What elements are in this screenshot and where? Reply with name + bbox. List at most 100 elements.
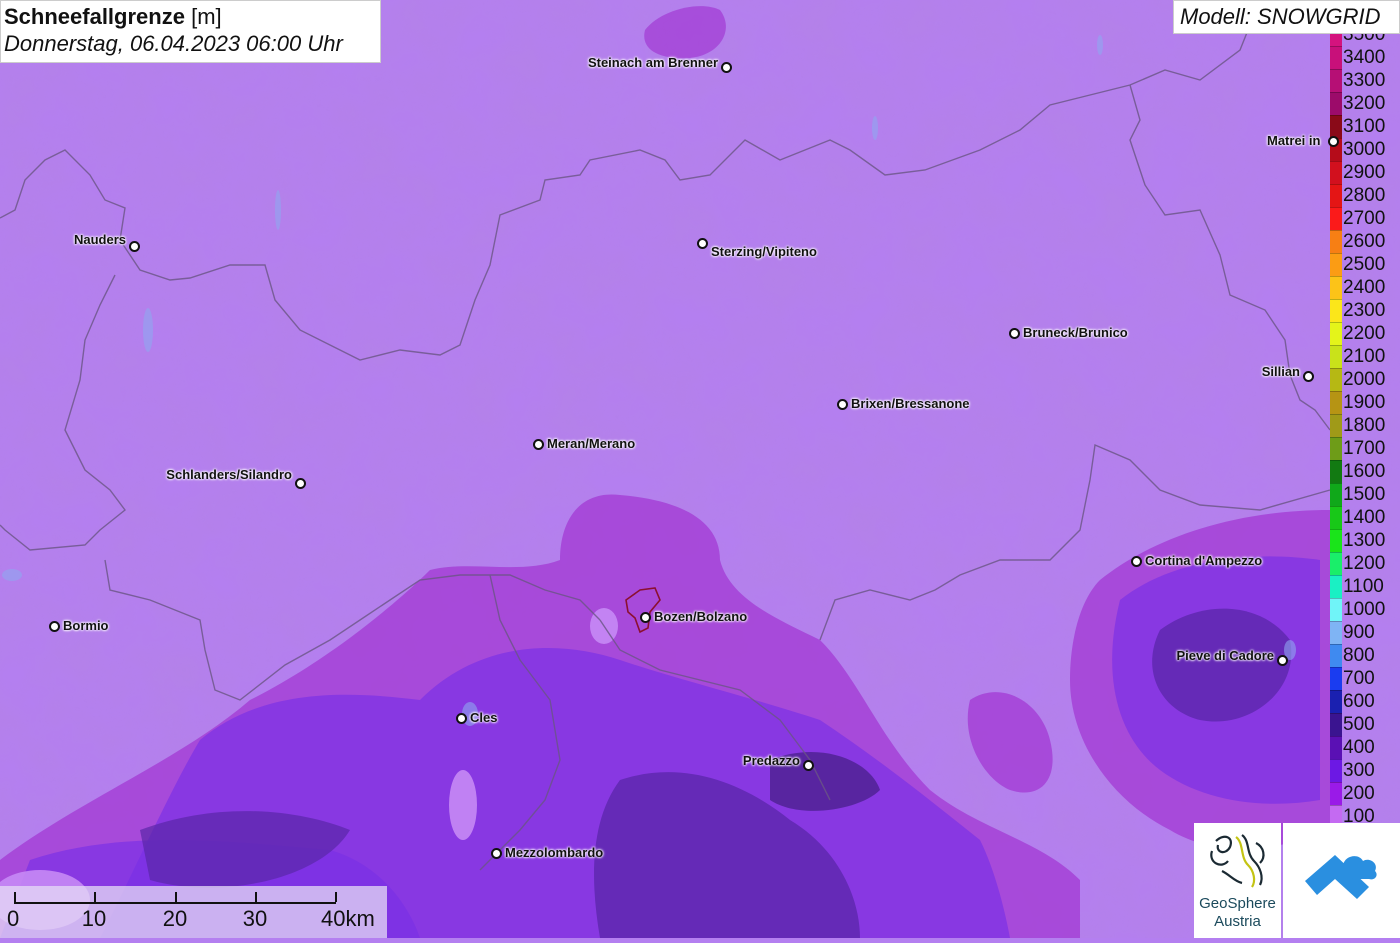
- legend-swatch: [1330, 368, 1342, 391]
- city-marker: [803, 760, 814, 771]
- legend-entry: 1200: [1328, 552, 1400, 575]
- legend-swatch: [1330, 759, 1342, 782]
- city-label: Pieve di Cadore: [1176, 648, 1274, 663]
- legend-label: 3300: [1343, 70, 1386, 91]
- scale-label: 30: [242, 906, 268, 931]
- legend-label: 300: [1343, 760, 1375, 781]
- geosphere-logo-text-1: GeoSphere: [1199, 895, 1276, 912]
- legend-entry: 600: [1328, 690, 1400, 713]
- scale-tick: [14, 892, 16, 902]
- city-label: Schlanders/Silandro: [166, 467, 292, 482]
- legend-swatch: [1330, 736, 1342, 759]
- legend-entry: 2200: [1328, 322, 1400, 345]
- legend-swatch: [1330, 644, 1342, 667]
- legend-entry: 2700: [1328, 207, 1400, 230]
- geosphere-logo-text-2: Austria: [1214, 913, 1261, 930]
- legend-swatch: [1330, 69, 1342, 92]
- title-parameter: Schneefallgrenze: [4, 4, 185, 29]
- legend-entry: 1500: [1328, 483, 1400, 506]
- legend-entry: 3100: [1328, 115, 1400, 138]
- city-marker: [640, 612, 651, 623]
- legend-swatch: [1330, 322, 1342, 345]
- scale-tick: [94, 892, 96, 902]
- legend-entry: 3400: [1328, 46, 1400, 69]
- legend-swatch: [1330, 506, 1342, 529]
- legend-entry: 200: [1328, 782, 1400, 805]
- city-marker: [1009, 328, 1020, 339]
- legend-label: 1000: [1343, 599, 1386, 620]
- legend-swatch: [1330, 598, 1342, 621]
- map-title: Schneefallgrenze [m]: [4, 4, 380, 30]
- legend-label: 3100: [1343, 116, 1386, 137]
- legend-swatch: [1330, 713, 1342, 736]
- legend-swatch: [1330, 276, 1342, 299]
- legend-swatch: [1330, 207, 1342, 230]
- city-label: Bozen/Bolzano: [654, 609, 748, 624]
- legend-label: 500: [1343, 714, 1375, 735]
- legend-label: 400: [1343, 737, 1375, 758]
- legend-entry: 2900: [1328, 161, 1400, 184]
- legend-entry: 3300: [1328, 69, 1400, 92]
- legend-label: 600: [1343, 691, 1375, 712]
- legend-label: 1400: [1343, 507, 1386, 528]
- legend-label: 1700: [1343, 438, 1386, 459]
- geosphere-austria-logo[interactable]: GeoSphere Austria: [1194, 823, 1281, 938]
- legend-entry: 900: [1328, 621, 1400, 644]
- legend-entry: 3200: [1328, 92, 1400, 115]
- city-label: Steinach am Brenner: [587, 55, 718, 70]
- legend-entry: 1300: [1328, 529, 1400, 552]
- city-marker: [837, 399, 848, 410]
- legend-swatch: [1330, 92, 1342, 115]
- legend-entry: 1400: [1328, 506, 1400, 529]
- legend-entry: 2000: [1328, 368, 1400, 391]
- legend-label: 2300: [1343, 300, 1386, 321]
- legend-entry: 2800: [1328, 184, 1400, 207]
- legend-label: 2800: [1343, 185, 1386, 206]
- legend-entry: 3500: [1328, 34, 1400, 46]
- legend-swatch: [1330, 782, 1342, 805]
- city-marker: [49, 621, 60, 632]
- legend-swatch: [1330, 667, 1342, 690]
- legend-swatch: [1330, 414, 1342, 437]
- legend-label: 2600: [1343, 231, 1386, 252]
- scale-label: 40km: [321, 906, 375, 931]
- city-marker: [456, 713, 467, 724]
- legend-swatch: [1330, 184, 1342, 207]
- geosphere-icon: [1210, 834, 1265, 888]
- legend-swatch: [1330, 437, 1342, 460]
- legend-entry: 1900: [1328, 391, 1400, 414]
- legend-label: 200: [1343, 783, 1375, 804]
- legend-entry: 700: [1328, 667, 1400, 690]
- legend-entry: 2400: [1328, 276, 1400, 299]
- scale-bar: 0 10 20 30 40km: [0, 886, 387, 938]
- legend-label: 900: [1343, 622, 1375, 643]
- legend-label: 800: [1343, 645, 1375, 666]
- legend-entry: 1600: [1328, 460, 1400, 483]
- legend-entry: 800: [1328, 644, 1400, 667]
- city-label: Bruneck/Brunico: [1023, 325, 1128, 340]
- city-marker: [1328, 136, 1339, 147]
- legend-swatch: [1330, 299, 1342, 322]
- city-marker: [491, 848, 502, 859]
- legend-swatch: [1330, 805, 1342, 824]
- legend-label: 3000: [1343, 139, 1386, 160]
- city-marker: [697, 238, 708, 249]
- map-title-box: Schneefallgrenze [m] Donnerstag, 06.04.2…: [0, 0, 381, 63]
- legend-entry: 1700: [1328, 437, 1400, 460]
- legend-swatch: [1330, 483, 1342, 506]
- city-label: Cortina d'Ampezzo: [1145, 553, 1263, 568]
- legend-entry: 100: [1328, 805, 1400, 824]
- legend-label: 3400: [1343, 47, 1386, 68]
- map-datetime: Donnerstag, 06.04.2023 06:00 Uhr: [4, 31, 343, 56]
- city-marker: [533, 439, 544, 450]
- city-label: Brixen/Bressanone: [851, 396, 970, 411]
- city-label: Meran/Merano: [547, 436, 636, 451]
- mountain-cloud-icon: [1305, 855, 1377, 899]
- legend-label: 2700: [1343, 208, 1386, 229]
- city-marker: [295, 478, 306, 489]
- city-label: Sterzing/Vipiteno: [711, 244, 817, 259]
- legend-entry: 2300: [1328, 299, 1400, 322]
- scale-label: 10: [81, 906, 107, 931]
- snowgrid-logo[interactable]: [1283, 823, 1400, 938]
- scale-tick: [335, 892, 337, 902]
